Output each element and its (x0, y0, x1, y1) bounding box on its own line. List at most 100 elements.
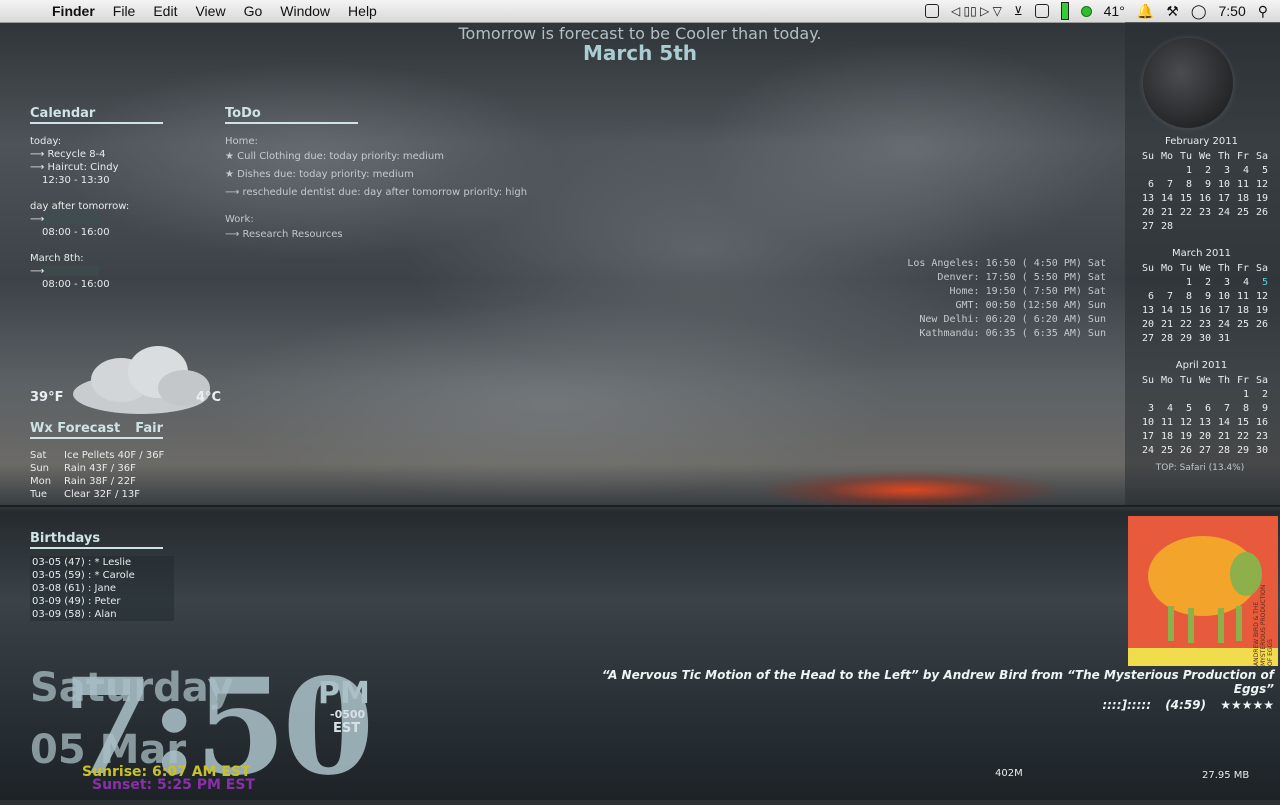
calendar-day (1249, 331, 1268, 345)
calendar-day: 6 (1204, 402, 1211, 414)
calendar-day: 29 (1179, 332, 1192, 344)
calendar-day (1173, 219, 1192, 233)
calendar-day: 25 (1236, 206, 1249, 218)
sunset-glow (760, 470, 1060, 510)
memory-left: 402M (995, 768, 1023, 779)
menu-file[interactable]: File (113, 3, 136, 19)
calendar-day: 31 (1217, 332, 1230, 344)
battery-icon[interactable] (1060, 2, 1069, 20)
todo-home-label: Home: (225, 136, 258, 147)
memory-right: 27.95 MB (1202, 770, 1250, 781)
world-clock-row: Kathmandu: 06:35 ( 6:35 AM) Sun (919, 328, 1106, 339)
display-icon[interactable] (1034, 4, 1049, 18)
todo-item: ⟶ reschedule dentist due: day after tomo… (225, 187, 528, 198)
calendar-day: 19 (1179, 430, 1192, 442)
calendar-day: 28 (1217, 444, 1230, 456)
calendar-day: 22 (1179, 318, 1192, 330)
weekday-header: Tu (1179, 262, 1192, 274)
calendar-day: 24 (1217, 206, 1230, 218)
calendar-day: 18 (1236, 192, 1249, 204)
calendar-day: 16 (1198, 192, 1211, 204)
calendar-day: 22 (1236, 430, 1249, 442)
calendar-day: 13 (1198, 416, 1211, 428)
calendar-day (1192, 387, 1211, 401)
birthday-row: 03-05 (47) : * Leslie (32, 557, 132, 568)
forecast-date: March 5th (582, 41, 698, 65)
weekday-header: Mo (1160, 150, 1173, 162)
album-art[interactable]: ANDREW BIRD & THE MYSTERIOUS PRODUCTION … (1128, 516, 1278, 666)
calendar-line: today: (30, 136, 62, 147)
calendar-day: 26 (1179, 444, 1192, 456)
forecast-banner: Tomorrow is forecast to be Cooler than t… (380, 24, 900, 65)
calendar-title: Calendar (30, 106, 163, 124)
weekday-header: Th (1217, 150, 1230, 162)
weather-condition: Fair (135, 421, 163, 436)
calendar-day: 2 (1204, 276, 1211, 288)
calendar-day: 18 (1160, 430, 1173, 442)
calendar-panel: February 2011 Su Mo Tu We Th Fr Sa 1 2 3 4 5 6 7 8 9 10 11… (1125, 22, 1280, 505)
calendar-day: 13 (1141, 192, 1154, 204)
weekday-header: Su (1141, 262, 1154, 274)
chat-bubble-icon[interactable]: ◯ (1191, 3, 1207, 20)
spotlight-search-icon[interactable]: ⚲ (1258, 3, 1268, 20)
calendar-day (1230, 219, 1249, 233)
calendar-day: 1 (1185, 164, 1192, 176)
track-rating[interactable]: ★★★★★ (1220, 698, 1274, 712)
calendar-day: 8 (1185, 290, 1192, 302)
birthday-row: 03-05 (59) : * Carole (32, 570, 135, 581)
calendar-day: 6 (1147, 178, 1154, 190)
month-calendar: February 2011 Su Mo Tu We Th Fr Sa 1 2 3 4 5 6 7 8 9 10 11… (1135, 136, 1268, 233)
birthday-row: 03-09 (58) : Alan (32, 609, 117, 620)
calendar-day: 1 (1185, 276, 1192, 288)
calendar-day: 21 (1160, 318, 1173, 330)
menubar-temperature[interactable]: 41° (1104, 3, 1125, 19)
calendar-day: 9 (1204, 290, 1211, 302)
menu-edit[interactable]: Edit (153, 3, 177, 19)
cloud-icon (73, 346, 210, 414)
calendar-day: 17 (1217, 192, 1230, 204)
world-clock-row: Denver: 17:50 ( 5:50 PM) Sat (937, 272, 1106, 283)
month-calendar: April 2011 Su Mo Tu We Th Fr Sa 1 2 3 4 5 6 7 8 9 10 11 12 1… (1135, 360, 1268, 457)
calendar-day (1211, 219, 1230, 233)
birthday-row: 03-08 (61) : Jane (32, 583, 117, 594)
calendar-day: 17 (1141, 430, 1154, 442)
temp-celsius: 4°C (196, 390, 222, 405)
app-status-icon[interactable] (924, 4, 939, 18)
menu-window[interactable]: Window (280, 3, 330, 19)
calendar-day (1135, 387, 1154, 401)
network-icon[interactable]: ⊻ (1014, 4, 1023, 18)
calendar-day: 19 (1255, 192, 1268, 204)
calendar-day: 16 (1198, 304, 1211, 316)
weekday-header: Tu (1179, 150, 1192, 162)
tools-icon[interactable]: ⚒ (1166, 3, 1179, 20)
menu-go[interactable]: Go (244, 3, 263, 19)
track-info: “A Nervous Tic Motion of the Head to the… (601, 668, 1274, 696)
forecast-row: Sat Ice Pellets 40F / 36F (30, 450, 165, 461)
calendar-day: 14 (1160, 192, 1173, 204)
media-controls-icon[interactable]: ◁ ▯▯ ▷ ▽ (951, 4, 1002, 18)
calendar-day: 5 (1261, 276, 1268, 288)
calendar-day (1154, 163, 1173, 177)
calendar-day (1230, 331, 1249, 345)
calendar-day: 27 (1141, 220, 1154, 232)
menu-help[interactable]: Help (348, 3, 377, 19)
menu-view[interactable]: View (195, 3, 225, 19)
forecast-row: Tue Clear 32F / 13F (30, 489, 141, 500)
weekday-header: We (1198, 374, 1211, 386)
calendar-day: 4 (1242, 164, 1249, 176)
weekday-header: Mo (1160, 262, 1173, 274)
clock-tz: EST (333, 721, 361, 736)
calendar-day: 12 (1255, 290, 1268, 302)
calendar-day: 27 (1198, 444, 1211, 456)
notification-bell-icon[interactable]: 🔔 (1137, 3, 1154, 20)
calendar-day: 5 (1185, 402, 1192, 414)
birthdays-widget: Birthdays 03-05 (47) : * Leslie 03-05 (5… (30, 531, 174, 621)
status-dot-icon[interactable] (1080, 5, 1092, 17)
calendar-day: 19 (1255, 304, 1268, 316)
calendar-day: 5 (1261, 164, 1268, 176)
calendar-day: 15 (1179, 304, 1192, 316)
todo-item: ⟶ Research Resources (225, 229, 343, 240)
menu-app-name[interactable]: Finder (52, 3, 95, 19)
world-clock: Los Angeles: 16:50 ( 4:50 PM) Sat Denver… (880, 257, 1106, 341)
menubar-clock[interactable]: 7:50 (1218, 3, 1245, 19)
